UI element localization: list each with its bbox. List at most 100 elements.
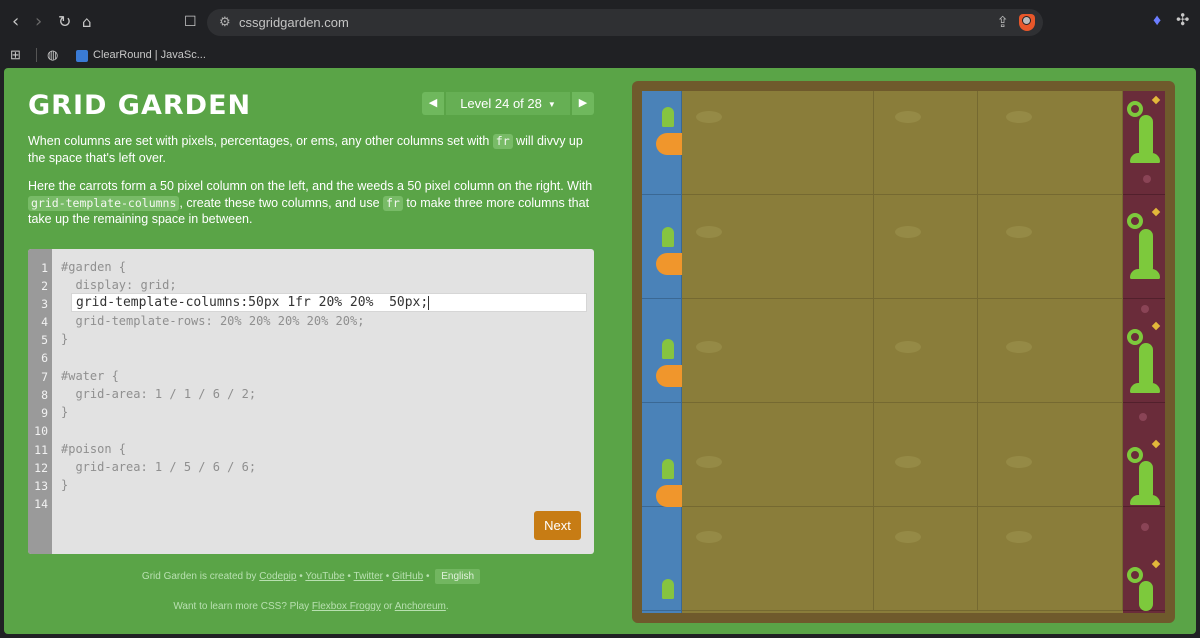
soil-cell (978, 195, 1123, 299)
language-button[interactable]: English (435, 569, 481, 584)
text-caret (428, 295, 430, 310)
level-selector[interactable]: Level 24 of 28 ▼ (446, 92, 570, 115)
address-bar[interactable]: ⚙ cssgridgarden.com ⇪ (207, 9, 1043, 36)
soil-cell (978, 507, 1123, 611)
soil-cell (682, 195, 874, 299)
soil-cell (874, 299, 978, 403)
soil-patch (1006, 531, 1032, 543)
forward-icon[interactable]: › (35, 12, 42, 32)
soil-patch (895, 341, 921, 353)
soil-patch (895, 531, 921, 543)
bookmarks-divider (36, 48, 37, 62)
carrot-cell (642, 507, 682, 611)
code-line: grid-area: 1 / 1 / 6 / 2; (61, 387, 257, 401)
youtube-link[interactable]: YouTube (305, 571, 344, 582)
code-line: } (61, 332, 69, 346)
carrot-leaf-icon (662, 227, 674, 247)
soil-dot (1141, 305, 1149, 313)
share-icon[interactable]: ⇪ (996, 13, 1009, 31)
extensions-icon[interactable]: ✣ (1176, 12, 1189, 30)
url-text[interactable]: cssgridgarden.com (239, 15, 349, 30)
instruction-text: Here the carrots form a 50 pixel column … (28, 179, 593, 193)
instruction-paragraph-2: Here the carrots form a 50 pixel column … (28, 178, 598, 228)
weed-curl-icon (1127, 447, 1143, 463)
soil-patch (1006, 111, 1032, 123)
page-title: GRID GARDEN (28, 90, 252, 121)
apps-grid-icon[interactable]: ⊞ (10, 47, 21, 63)
weed-icon (1139, 581, 1153, 611)
line-number: 9 (41, 406, 48, 420)
code-line: } (61, 478, 69, 492)
soil-patch (696, 531, 722, 543)
footer-text: or (383, 601, 393, 612)
weed-curl-icon (1127, 213, 1143, 229)
wallet-icon[interactable]: ♦ (1153, 12, 1161, 30)
weed-thorn-icon (1151, 207, 1161, 217)
weed-curl-icon (1127, 101, 1143, 117)
bookmark-icon[interactable]: ☐ (184, 12, 197, 32)
github-link[interactable]: GitHub (392, 571, 423, 582)
carrot-icon (656, 365, 682, 387)
codepip-link[interactable]: Codepip (259, 571, 296, 582)
soil-dot (1139, 413, 1147, 421)
line-number: 2 (41, 279, 48, 293)
soil-cell (874, 91, 978, 195)
carrot-cell (642, 195, 682, 299)
bookmark-clearround[interactable]: ClearRound | JavaSc... (93, 47, 206, 63)
soil-cell (682, 507, 874, 611)
code-line: display: grid; (61, 278, 177, 292)
line-number: 1 (41, 261, 48, 275)
weed-thorn-icon (1151, 95, 1161, 105)
shields-badge (1022, 16, 1031, 25)
css-answer-value: grid-template-columns:50px 1fr 20% 20% 5… (76, 295, 429, 310)
caret-down-icon: ▼ (547, 100, 556, 110)
soil-patch (1006, 456, 1032, 468)
anchoreum-link[interactable]: Anchoreum (395, 601, 446, 612)
weed-thorn-icon (1151, 559, 1161, 569)
brave-shields-icon[interactable] (1019, 14, 1035, 31)
soil-cell (682, 403, 874, 507)
code-line: grid-area: 1 / 5 / 6 / 6; (61, 460, 257, 474)
soil-cell (874, 195, 978, 299)
weed-cell (1123, 507, 1165, 611)
line-number: 5 (41, 333, 48, 347)
home-icon[interactable]: ⌂ (82, 12, 92, 32)
soil-cell (874, 403, 978, 507)
soil-cell (978, 299, 1123, 403)
weed-cell (1123, 91, 1165, 195)
reload-icon[interactable]: ↻ (58, 12, 71, 32)
code-fr: fr (492, 134, 513, 149)
css-editor: 1 2 3 4 5 6 7 8 9 10 11 12 13 14 #garden… (28, 249, 594, 554)
carrot-icon (656, 485, 682, 507)
grid-garden-page: GRID GARDEN ◀ Level 24 of 28 ▼ ▶ When col… (4, 68, 1196, 634)
code-line: grid-template-rows: 20% 20% 20% 20% 20%; (61, 314, 365, 328)
soil-cell (874, 507, 978, 611)
line-number: 8 (41, 388, 48, 402)
soil-cell (978, 91, 1123, 195)
weed-curl-icon (1127, 329, 1143, 345)
soil-cell (682, 91, 874, 195)
footer-text: Want to learn more CSS? Play (173, 601, 310, 612)
flexbox-froggy-link[interactable]: Flexbox Froggy (312, 601, 381, 612)
soil-patch (895, 111, 921, 123)
back-icon[interactable]: ‹ (12, 12, 19, 32)
site-info-icon[interactable]: ⚙ (219, 14, 231, 30)
weed-base-icon (1130, 153, 1160, 163)
garden-board (642, 91, 1165, 613)
footer-text: Grid Garden is created by (141, 571, 257, 582)
soil-patch (1006, 226, 1032, 238)
carrot-leaf-icon (662, 459, 674, 479)
line-number: 3 (41, 297, 48, 311)
level-navigation: ◀ Level 24 of 28 ▼ ▶ (422, 92, 594, 115)
carrot-cell (642, 299, 682, 403)
twitter-link[interactable]: Twitter (354, 571, 383, 582)
next-level-arrow-button[interactable]: ▶ (572, 92, 594, 115)
instruction-text: When columns are set with pixels, percen… (28, 134, 493, 148)
next-button[interactable]: Next (534, 511, 581, 540)
weed-base-icon (1130, 495, 1160, 505)
globe-icon[interactable]: ◍ (47, 47, 58, 63)
soil-patch (895, 456, 921, 468)
css-answer-input[interactable]: grid-template-columns:50px 1fr 20% 20% 5… (71, 293, 587, 312)
line-number: 13 (34, 479, 48, 493)
previous-level-button[interactable]: ◀ (422, 92, 444, 115)
